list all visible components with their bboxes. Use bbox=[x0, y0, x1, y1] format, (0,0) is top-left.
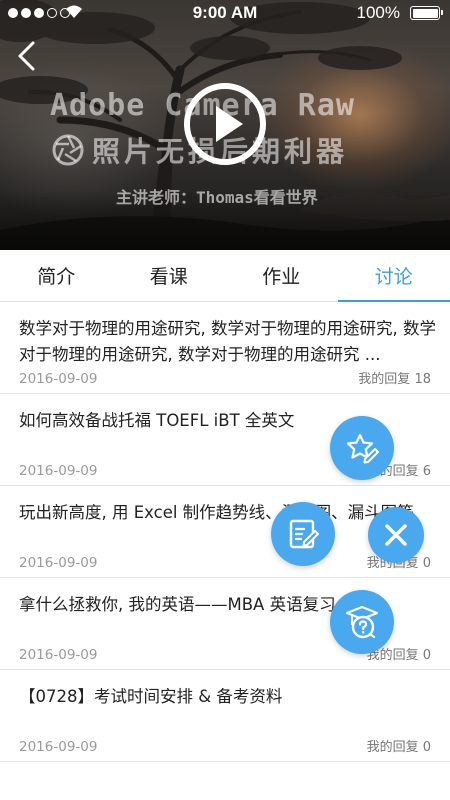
discussion-date: 2016-09-09 bbox=[19, 739, 98, 755]
reply-label: 我的回复 bbox=[358, 372, 411, 387]
discussion-date: 2016-09-09 bbox=[19, 647, 98, 663]
course-video-banner: Adobe Camera Raw 照片无损后期利器 主讲老师：Thomas看看世… bbox=[0, 0, 450, 250]
discussion-date: 2016-09-09 bbox=[19, 371, 98, 387]
ask-question-button[interactable] bbox=[330, 590, 394, 654]
discussion-item[interactable]: 数学对于物理的用途研究, 数学对于物理的用途研究, 数学对于物理的用途研究, 数… bbox=[0, 302, 450, 394]
reply-count: 我的回复 18 bbox=[358, 368, 431, 387]
tab-discussion[interactable]: 讨论 bbox=[337, 250, 450, 302]
tab-intro[interactable]: 简介 bbox=[0, 250, 113, 301]
star-pencil-icon bbox=[346, 433, 379, 464]
note-edit-icon bbox=[289, 519, 319, 549]
close-menu-button[interactable] bbox=[368, 507, 424, 563]
reply-number: 0 bbox=[422, 648, 431, 663]
discussion-title: 【0728】考试时间安排 & 备考资料 bbox=[19, 687, 283, 706]
play-icon[interactable] bbox=[183, 82, 267, 166]
battery-icon bbox=[410, 6, 443, 20]
discussion-title: 数学对于物理的用途研究, 数学对于物理的用途研究, 数学对于物理的用途研究, 数… bbox=[19, 319, 436, 364]
discussion-date: 2016-09-09 bbox=[19, 463, 98, 479]
battery-percentage: 100% bbox=[356, 3, 400, 22]
course-teacher: 主讲老师：Thomas看看世界 bbox=[116, 188, 318, 207]
close-icon bbox=[385, 524, 407, 546]
status-bar: 9:00 AM 100% bbox=[0, 0, 450, 26]
reply-label: 我的回复 bbox=[366, 740, 419, 755]
reply-number: 0 bbox=[422, 740, 431, 755]
reply-number: 6 bbox=[422, 464, 431, 479]
course-tabs: 简介 看课 作业 讨论 bbox=[0, 250, 450, 302]
reply-count: 我的回复 0 bbox=[367, 736, 431, 755]
question-graduation-icon bbox=[345, 605, 379, 639]
reply-number: 0 bbox=[422, 556, 431, 571]
reply-number: 18 bbox=[414, 372, 431, 387]
tab-lessons[interactable]: 看课 bbox=[113, 250, 226, 301]
favorite-note-button[interactable] bbox=[330, 416, 394, 480]
tab-homework[interactable]: 作业 bbox=[225, 250, 338, 301]
discussion-item[interactable]: 【0728】考试时间安排 & 备考资料 2016-09-09 我的回复 0 bbox=[0, 670, 450, 762]
write-note-button[interactable] bbox=[271, 502, 335, 566]
discussion-date: 2016-09-09 bbox=[19, 555, 98, 571]
aperture-icon bbox=[52, 134, 84, 166]
back-arrow-icon[interactable] bbox=[14, 40, 40, 72]
